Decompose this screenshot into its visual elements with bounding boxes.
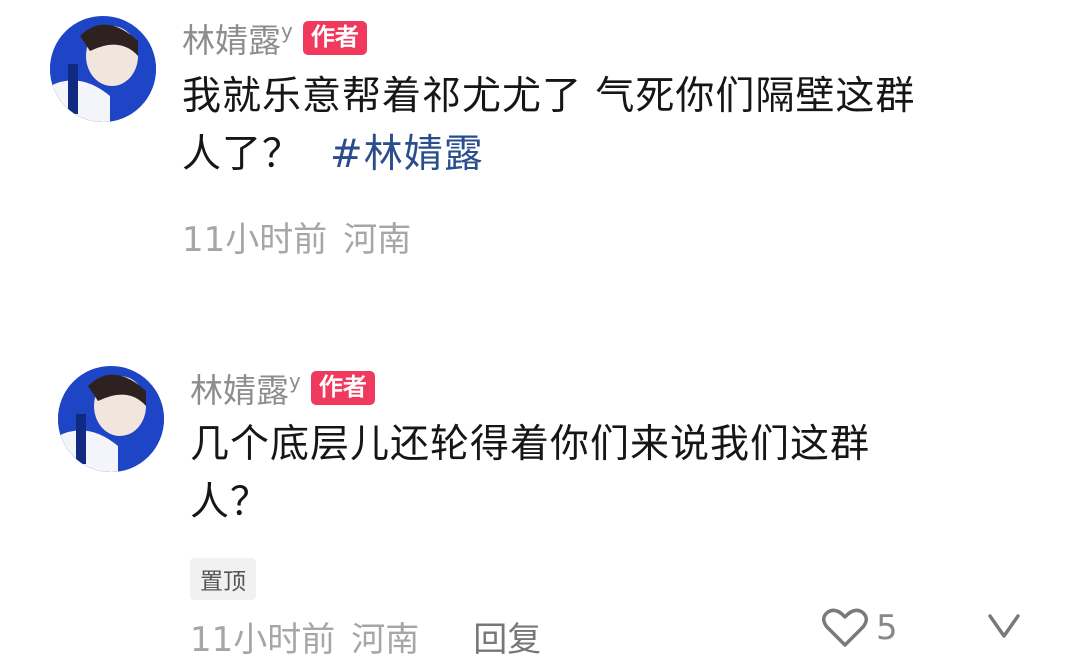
- comment-text-line: 我就乐意帮着祁尤尤了 气死你们隔壁这群: [182, 74, 916, 119]
- avatar-image: [50, 16, 156, 122]
- like-count: 5: [876, 608, 898, 648]
- comment-location: 河南: [343, 220, 412, 260]
- comment-meta: 11小时前 河南 回复: [190, 612, 541, 661]
- comment-time: 11小时前: [190, 620, 336, 660]
- avatar[interactable]: [58, 366, 164, 472]
- comment-time: 11小时前: [182, 220, 328, 260]
- hashtag-link[interactable]: #林婧露: [330, 132, 484, 177]
- heart-outline-icon: [822, 608, 868, 647]
- dislike-button[interactable]: [986, 612, 1022, 650]
- reply-button[interactable]: 回复: [473, 612, 541, 661]
- username-suffix: y: [281, 19, 293, 43]
- username-suffix: y: [289, 369, 301, 393]
- username[interactable]: 林婧露: [182, 14, 281, 62]
- comment-text: 几个底层儿还轮得着你们来说我们这群 人？: [190, 416, 870, 532]
- author-badge: 作者: [310, 371, 375, 405]
- avatar-image: [58, 366, 164, 472]
- username[interactable]: 林婧露: [190, 364, 289, 412]
- like-button[interactable]: 5: [822, 608, 898, 648]
- thumbs-down-icon: [988, 614, 1020, 638]
- comment-location: 河南: [351, 620, 420, 660]
- comment-meta: 11小时前 河南: [182, 212, 411, 261]
- comment-text-line: 人了？: [182, 132, 303, 177]
- comment-text: 我就乐意帮着祁尤尤了 气死你们隔壁这群 人了？ #林婧露: [182, 68, 915, 184]
- comment-text-line: 人？: [190, 480, 271, 525]
- avatar[interactable]: [50, 16, 156, 122]
- comment-text-line: 几个底层儿还轮得着你们来说我们这群: [190, 422, 871, 467]
- author-badge: 作者: [302, 21, 367, 55]
- pinned-badge: 置顶: [190, 558, 256, 600]
